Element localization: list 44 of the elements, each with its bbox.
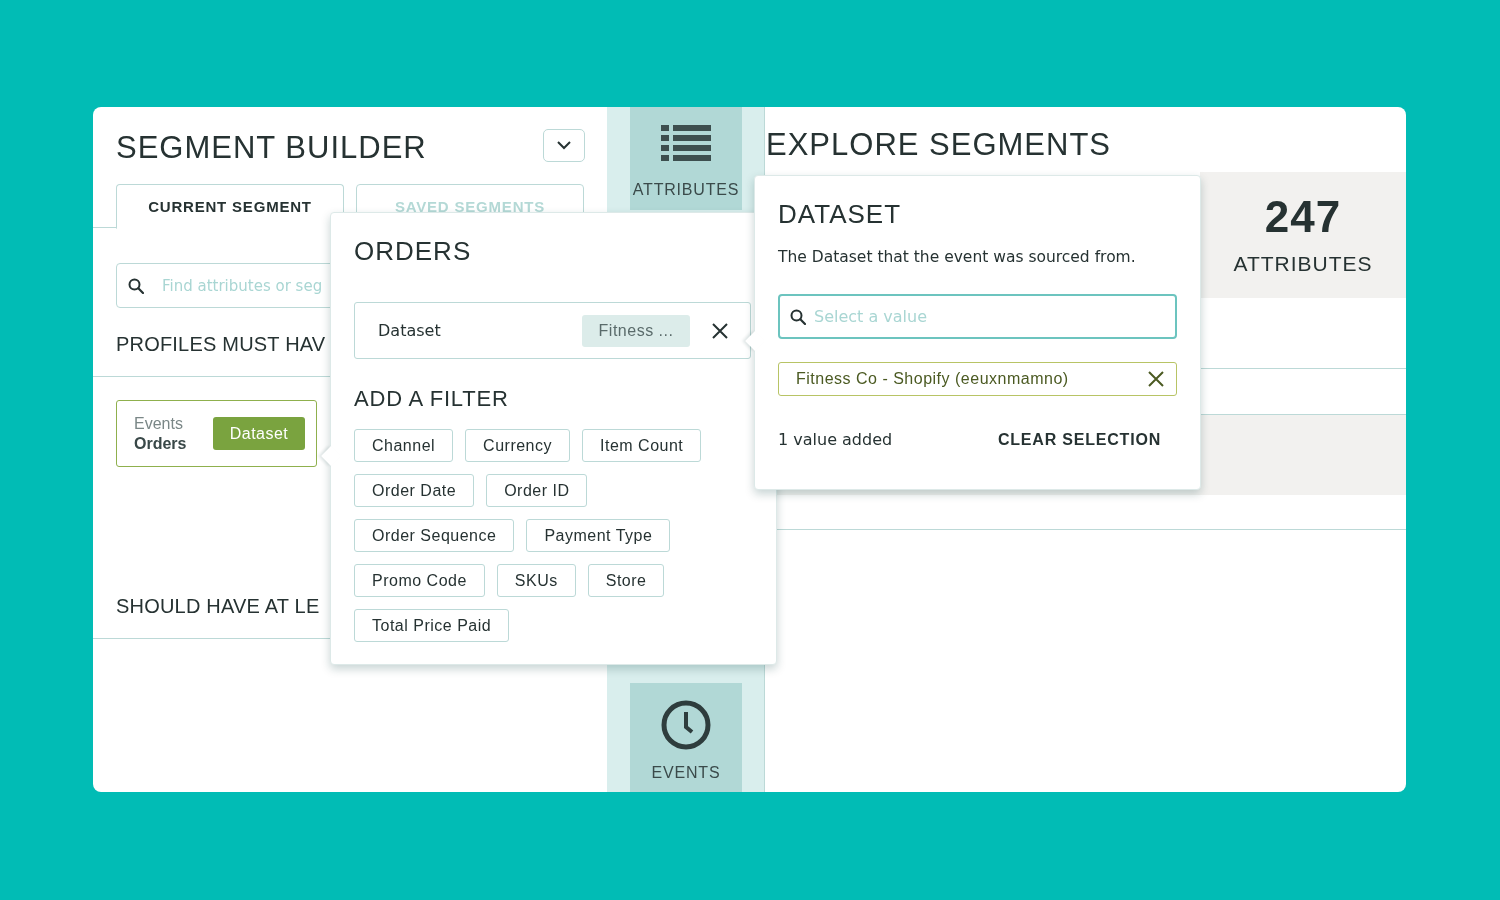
applied-filter-row[interactable]: Dataset Fitness ... bbox=[354, 302, 751, 359]
rail-tab[interactable]: ATTRIBUTES bbox=[630, 107, 742, 210]
condition-source: Events bbox=[134, 413, 184, 434]
close-icon bbox=[1148, 371, 1164, 387]
filter-value-chip[interactable]: Fitness ... bbox=[582, 314, 690, 347]
filter-button[interactable]: SKUs bbox=[496, 564, 576, 597]
rail-tab[interactable]: EVENTS bbox=[630, 683, 742, 792]
filter-name: Dataset bbox=[378, 321, 442, 340]
filter-button[interactable]: Total Price Paid bbox=[354, 609, 510, 642]
panel-title: EXPLORE SEGMENTS bbox=[765, 126, 1113, 164]
chevron-down-icon bbox=[557, 141, 571, 150]
stat-label: ATTRIBUTES bbox=[1233, 252, 1373, 276]
dropdown-button[interactable] bbox=[543, 129, 585, 162]
condition-card[interactable]: Events Orders Dataset bbox=[116, 400, 317, 467]
selected-value: Fitness Co - Shopify (eeuxnmamno) bbox=[796, 370, 1069, 388]
panel-title: SEGMENT BUILDER bbox=[116, 128, 427, 166]
condition-name: Orders bbox=[134, 433, 187, 454]
filter-button[interactable]: Payment Type bbox=[526, 519, 671, 552]
rail-label: ATTRIBUTES bbox=[632, 181, 740, 199]
value-count: 1 value added bbox=[778, 430, 893, 449]
filter-button[interactable]: Order Sequence bbox=[354, 519, 515, 552]
tab[interactable]: CURRENT SEGMENT bbox=[116, 184, 344, 229]
filter-button[interactable]: Order ID bbox=[486, 474, 588, 507]
rail-label: EVENTS bbox=[651, 764, 721, 782]
section-heading: ADD A FILTER bbox=[354, 386, 510, 412]
filter-button[interactable]: Channel bbox=[354, 429, 454, 462]
filter-button[interactable]: Currency bbox=[465, 429, 570, 462]
filter-button[interactable]: Promo Code bbox=[354, 564, 485, 597]
filter-button[interactable]: Item Count bbox=[582, 429, 702, 462]
selected-value-chip[interactable]: Fitness Co - Shopify (eeuxnmamno) bbox=[778, 362, 1177, 396]
section-heading: PROFILES MUST HAV bbox=[116, 333, 326, 356]
clock-icon bbox=[660, 699, 712, 751]
popover-description: The Dataset that the event was sourced from. bbox=[778, 248, 1137, 266]
stat-value: 247 bbox=[1264, 192, 1342, 242]
popover-title: DATASET bbox=[778, 199, 903, 230]
clear-selection-button[interactable]: CLEAR SELECTION bbox=[997, 430, 1161, 449]
filter-button[interactable]: Order Date bbox=[354, 474, 475, 507]
popover-title: ORDERS bbox=[354, 236, 473, 267]
search-icon bbox=[790, 308, 806, 325]
filter-button[interactable]: Store bbox=[587, 564, 665, 597]
search-icon bbox=[128, 277, 144, 294]
close-icon bbox=[712, 322, 728, 339]
section-heading: SHOULD HAVE AT LE bbox=[116, 595, 320, 618]
search-field[interactable]: Select a value bbox=[778, 294, 1177, 339]
